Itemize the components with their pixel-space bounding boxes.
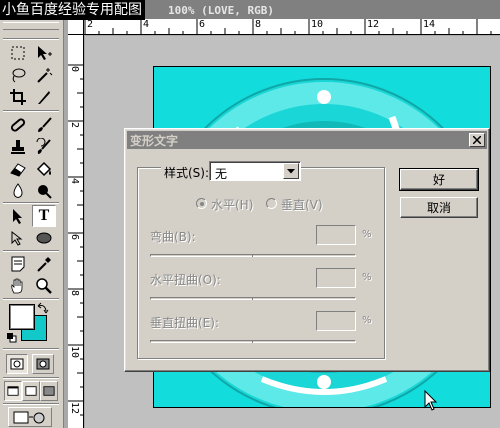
type-tool-glyph: T [38,207,50,224]
horizontal-ruler[interactable]: 2 4 6 8 10 12 14 [84,19,500,35]
zoom-icon[interactable] [32,275,56,297]
magic-wand-icon[interactable] [32,64,56,86]
imageready-icon [13,411,45,424]
ruler-label: 6 [69,234,80,241]
ruler-label: 2 [69,122,80,129]
full-screen-button[interactable] [40,381,58,401]
toolbox-divider [3,202,59,204]
move-icon[interactable] [32,42,56,64]
history-brush-icon[interactable] [32,136,56,158]
quick-mask-button[interactable] [32,354,54,374]
horizontal-distortion-field[interactable] [316,268,356,288]
cancel-button[interactable]: 取消 [400,197,478,218]
standard-screen-button[interactable] [4,381,22,401]
ruler-label: 8 [69,290,80,297]
chevron-down-icon [287,168,295,173]
horizontal-distortion-unit: % [362,272,372,283]
jump-to-imageready-button[interactable] [8,407,52,427]
marquee-icon[interactable] [6,42,30,64]
dialog-title: 变形文字 [130,134,179,148]
close-button[interactable] [469,133,485,147]
ruler-label: 12 [69,402,80,415]
horizontal-radio[interactable] [196,198,207,209]
watermark-text: 小鱼百度经验专用配图 [0,0,145,20]
vertical-radio[interactable] [266,198,277,209]
ok-button[interactable]: 好 [399,168,479,191]
toolbox-divider [3,38,59,40]
shape-icon[interactable] [32,227,56,249]
horizontal-distortion-slider[interactable] [150,297,356,300]
ruler-ticks [68,64,83,416]
style-dropdown[interactable]: 无 [209,161,301,181]
dropdown-arrow-button[interactable] [283,163,299,179]
path-selection-icon[interactable] [6,205,30,227]
dialog-title-bar[interactable]: 变形文字 [127,131,487,149]
ruler-label: 4 [143,19,150,30]
ruler-label: 8 [255,19,262,30]
ruler-label: 10 [69,346,80,359]
full-screen-menu-icon [25,386,37,396]
vertical-distortion-unit: % [362,315,372,326]
bend-unit: % [362,229,372,240]
notes-icon[interactable] [6,253,30,275]
toolbox-divider [3,348,59,350]
vertical-distortion-slider[interactable] [150,340,356,343]
standard-mode-icon [10,358,24,370]
ruler-label: 0 [69,66,80,73]
warp-text-dialog: 变形文字 水平(H) 垂直(V) 弯曲(B): % 水平扭曲(O): % 垂直扭… [124,128,490,372]
style-label: 样式(S): [161,164,213,181]
toolbox-divider [3,110,59,112]
toolbox: T [0,0,64,428]
ruler-label: 10 [311,19,324,30]
lasso-icon[interactable] [6,64,30,86]
toolbox-divider [3,298,59,300]
dodge-icon[interactable] [32,180,56,202]
close-icon [473,136,481,144]
bend-label: 弯曲(B): [150,230,196,244]
horizontal-radio-label: 水平(H) [211,198,254,212]
mouse-cursor-icon [424,390,438,411]
vertical-distortion-label: 垂直扭曲(E): [150,316,219,330]
ruler-label: 14 [423,19,436,30]
healing-brush-icon[interactable] [6,114,30,136]
type-icon[interactable]: T [32,205,56,227]
clone-stamp-icon[interactable] [6,136,30,158]
slice-icon[interactable] [32,86,56,108]
standard-mode-button[interactable] [6,354,28,374]
toolbox-divider [3,377,59,379]
blur-icon[interactable] [6,180,30,202]
crop-icon[interactable] [6,86,30,108]
ruler-label: 12 [367,19,380,30]
toolbox-grip[interactable] [3,22,59,30]
vertical-distortion-field[interactable] [316,311,356,331]
ruler-label: 2 [87,19,94,30]
default-colors-icon[interactable] [7,333,17,343]
vertical-radio-label: 垂直(V) [281,198,323,212]
horizontal-distortion-label: 水平扭曲(O): [150,273,221,287]
bend-field[interactable] [316,225,356,245]
eraser-icon[interactable] [6,158,30,180]
paint-bucket-icon[interactable] [32,158,56,180]
vertical-ruler[interactable]: 0 2 4 6 8 10 12 [68,35,84,428]
foreground-color-swatch[interactable] [9,304,35,330]
toolbox-divider [3,250,59,252]
toolbox-divider [3,403,59,405]
brush-icon[interactable] [32,114,56,136]
swap-colors-icon[interactable] [37,302,49,314]
hand-icon[interactable] [6,275,30,297]
pen-icon[interactable] [6,227,30,249]
quick-mask-icon [36,358,50,370]
standard-screen-icon [7,386,19,396]
bend-slider[interactable] [150,254,356,257]
full-screen-menu-button[interactable] [22,381,40,401]
full-screen-icon [43,386,55,396]
ruler-label: 6 [199,19,206,30]
style-group-box: 水平(H) 垂直(V) 弯曲(B): % 水平扭曲(O): % 垂直扭曲(E):… [137,167,385,359]
ruler-origin[interactable] [68,19,84,35]
document-title: 100% (LOVE, RGB) [168,4,274,17]
ruler-label: 4 [69,178,80,185]
eyedropper-icon[interactable] [32,253,56,275]
style-dropdown-value: 无 [215,167,228,181]
